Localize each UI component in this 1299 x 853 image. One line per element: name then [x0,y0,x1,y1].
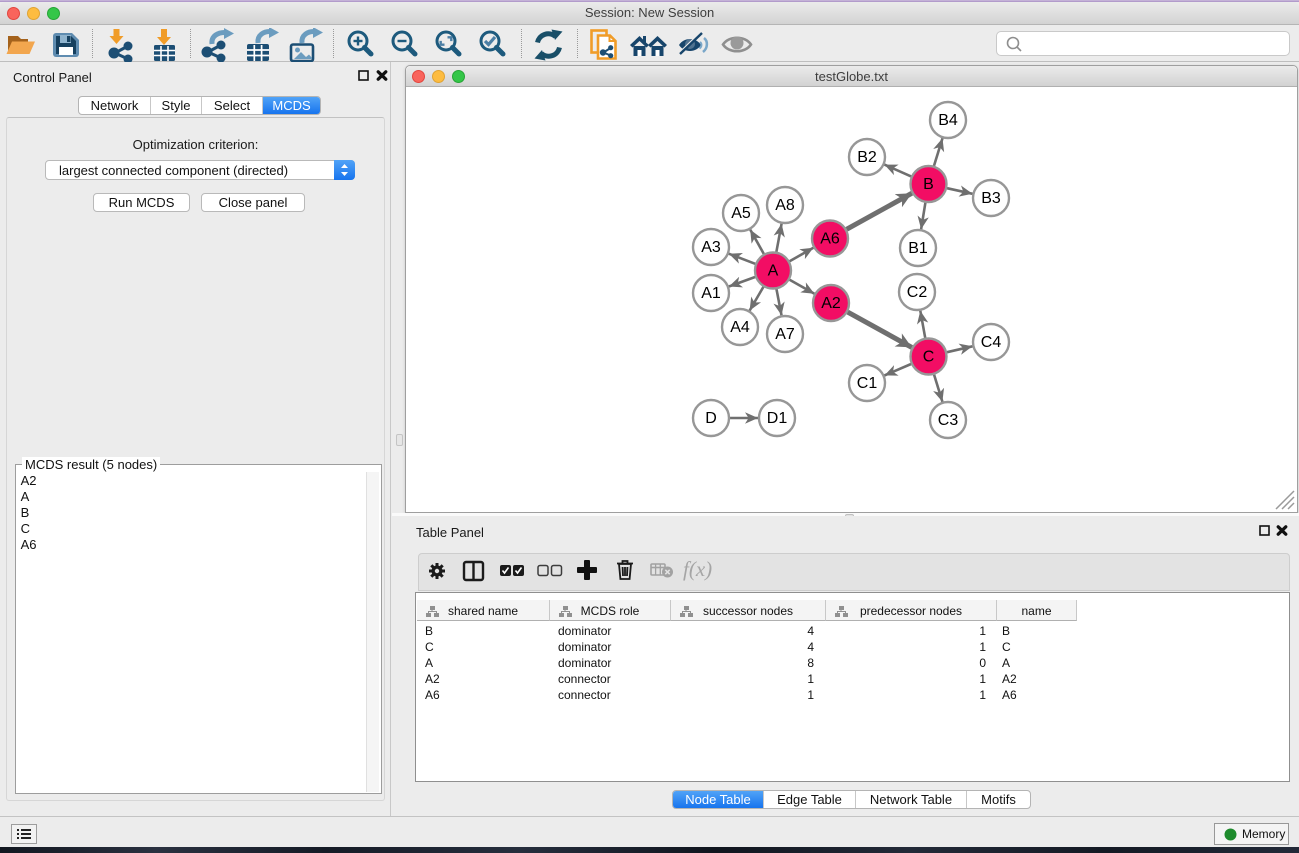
svg-text:B1: B1 [908,240,928,257]
svg-text:D: D [705,410,717,427]
svg-text:A4: A4 [730,319,750,336]
svg-text:A1: A1 [701,285,721,302]
svg-text:D1: D1 [767,410,788,427]
svg-text:A2: A2 [821,295,841,312]
svg-text:C1: C1 [857,375,878,392]
svg-text:B2: B2 [857,149,877,166]
svg-text:A: A [768,263,779,280]
svg-text:C: C [923,349,935,366]
svg-text:B4: B4 [938,112,958,129]
svg-text:A3: A3 [701,239,721,256]
svg-text:B3: B3 [981,190,1001,207]
svg-text:A7: A7 [775,326,795,343]
svg-text:A8: A8 [775,197,795,214]
svg-text:C3: C3 [938,412,959,429]
svg-text:B: B [923,176,934,193]
svg-text:C2: C2 [907,284,928,301]
svg-text:A6: A6 [820,231,840,248]
svg-text:A5: A5 [731,205,751,222]
svg-text:C4: C4 [981,334,1002,351]
